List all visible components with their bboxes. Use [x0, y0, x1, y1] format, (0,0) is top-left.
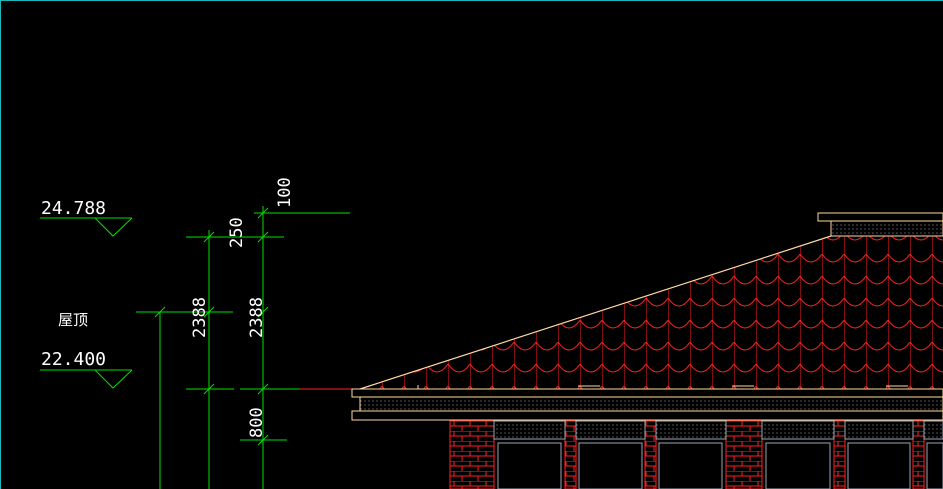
roof-level-name: 屋顶	[58, 311, 88, 329]
level-label-lower: 22.400	[41, 349, 106, 370]
dimension-chain-mid	[186, 230, 284, 489]
level-marker-upper: 24.788	[40, 198, 133, 237]
dim-right-100: 100	[275, 177, 295, 208]
roof-tiles	[300, 235, 943, 390]
dimension-chain-right	[240, 206, 350, 489]
dimension-chain-left	[136, 306, 233, 489]
dim-mid-250: 250	[227, 217, 247, 248]
dim-left-2388: 2388	[190, 297, 210, 338]
dim-mid-2388: 2388	[247, 297, 267, 338]
level-marker-lower: 22.400	[40, 349, 133, 389]
dim-right-800: 800	[247, 407, 267, 438]
level-label-upper: 24.788	[41, 198, 106, 219]
elevation-drawing: 24.788 22.400 屋顶 2388 250 2388 100 800	[40, 177, 943, 489]
ridge-cap	[817, 212, 943, 237]
eave-band	[351, 385, 943, 421]
wall-panels	[493, 420, 943, 440]
